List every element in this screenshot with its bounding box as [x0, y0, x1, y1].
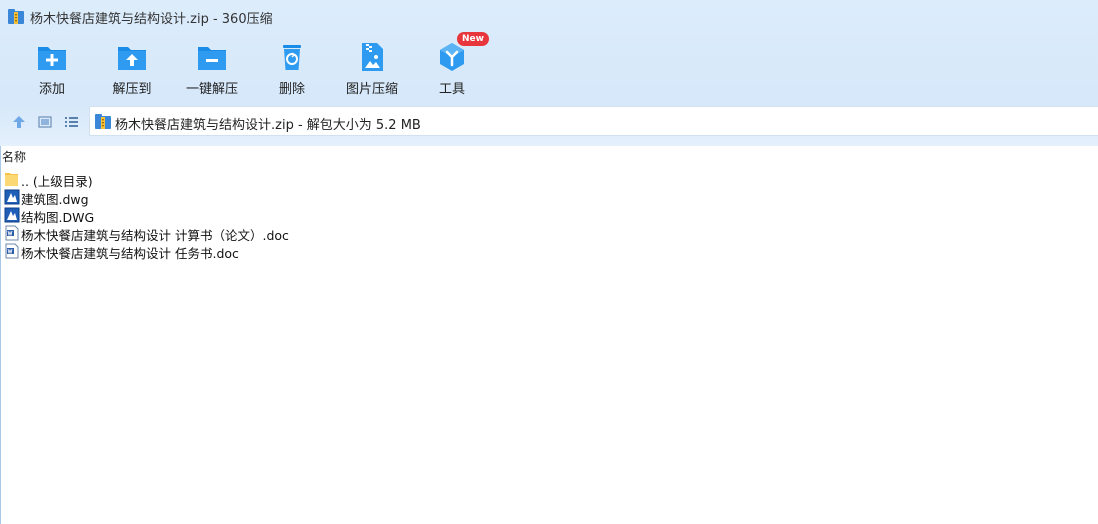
tools-label: 工具	[438, 82, 465, 97]
add-button[interactable]: 添加	[12, 36, 92, 100]
one-click-extract-button[interactable]: 一键解压	[172, 36, 252, 100]
address-bar[interactable]: 杨木快餐店建筑与结构设计.zip - 解包大小为 5.2 MB	[89, 106, 1098, 136]
list-item-parent-dir[interactable]: .. (上级目录)	[2, 170, 502, 189]
window-title: 杨木快餐店建筑与结构设计.zip - 360压缩	[30, 12, 273, 27]
list-item[interactable]: 杨木快餐店建筑与结构设计 计算书（论文）.doc	[2, 224, 502, 243]
list-view-icon[interactable]	[62, 113, 80, 131]
extract-to-icon	[118, 47, 146, 70]
list-item[interactable]: 建筑图.dwg	[2, 188, 502, 207]
up-arrow-icon[interactable]	[10, 113, 28, 131]
file-list: 名称 .. (上级目录) 建筑图.dwg 结构图.DWG 杨木快餐店建筑与结构设…	[0, 146, 1098, 524]
thumbnail-view-icon[interactable]	[36, 113, 54, 131]
list-item[interactable]: 杨木快餐店建筑与结构设计 任务书.doc	[2, 242, 502, 261]
add-label: 添加	[38, 82, 65, 97]
delete-label: 删除	[278, 82, 305, 97]
image-compress-button[interactable]: 图片压缩	[332, 36, 412, 100]
zip-archive-icon	[95, 114, 111, 129]
doc-file-icon	[5, 225, 19, 241]
image-compress-label: 图片压缩	[345, 82, 398, 97]
trash-icon	[283, 45, 301, 70]
folder-icon	[5, 173, 18, 186]
title-bar: 杨木快餐店建筑与结构设计.zip - 360压缩	[0, 0, 1098, 32]
dwg-file-icon	[4, 207, 20, 223]
extract-to-label: 解压到	[112, 82, 152, 97]
column-header-name[interactable]: 名称	[0, 148, 26, 166]
one-click-extract-label: 一键解压	[185, 82, 238, 97]
tools-button[interactable]: New 工具	[412, 32, 492, 100]
extract-to-button[interactable]: 解压到	[92, 36, 172, 100]
one-click-extract-icon	[198, 47, 226, 70]
address-row: 杨木快餐店建筑与结构设计.zip - 解包大小为 5.2 MB	[0, 106, 1098, 138]
archive-window: 杨木快餐店建筑与结构设计.zip - 360压缩 添加 解压到 一键解压 删除 …	[0, 0, 1098, 524]
doc-file-icon	[5, 243, 19, 259]
delete-button[interactable]: 删除	[252, 36, 332, 100]
address-text: 杨木快餐店建筑与结构设计.zip - 解包大小为 5.2 MB	[115, 118, 421, 133]
add-folder-icon	[38, 47, 66, 70]
list-item-label: 杨木快餐店建筑与结构设计 任务书.doc	[21, 246, 239, 261]
toolbar: 添加 解压到 一键解压 删除 图片压缩 New 工具	[0, 32, 1098, 100]
window-chrome: 杨木快餐店建筑与结构设计.zip - 360压缩 添加 解压到 一键解压 删除 …	[0, 0, 1098, 146]
image-compress-icon	[362, 43, 383, 71]
new-badge: New	[457, 32, 489, 46]
dwg-file-icon	[4, 189, 20, 205]
list-item[interactable]: 结构图.DWG	[2, 206, 502, 225]
zip-archive-icon	[8, 9, 24, 24]
